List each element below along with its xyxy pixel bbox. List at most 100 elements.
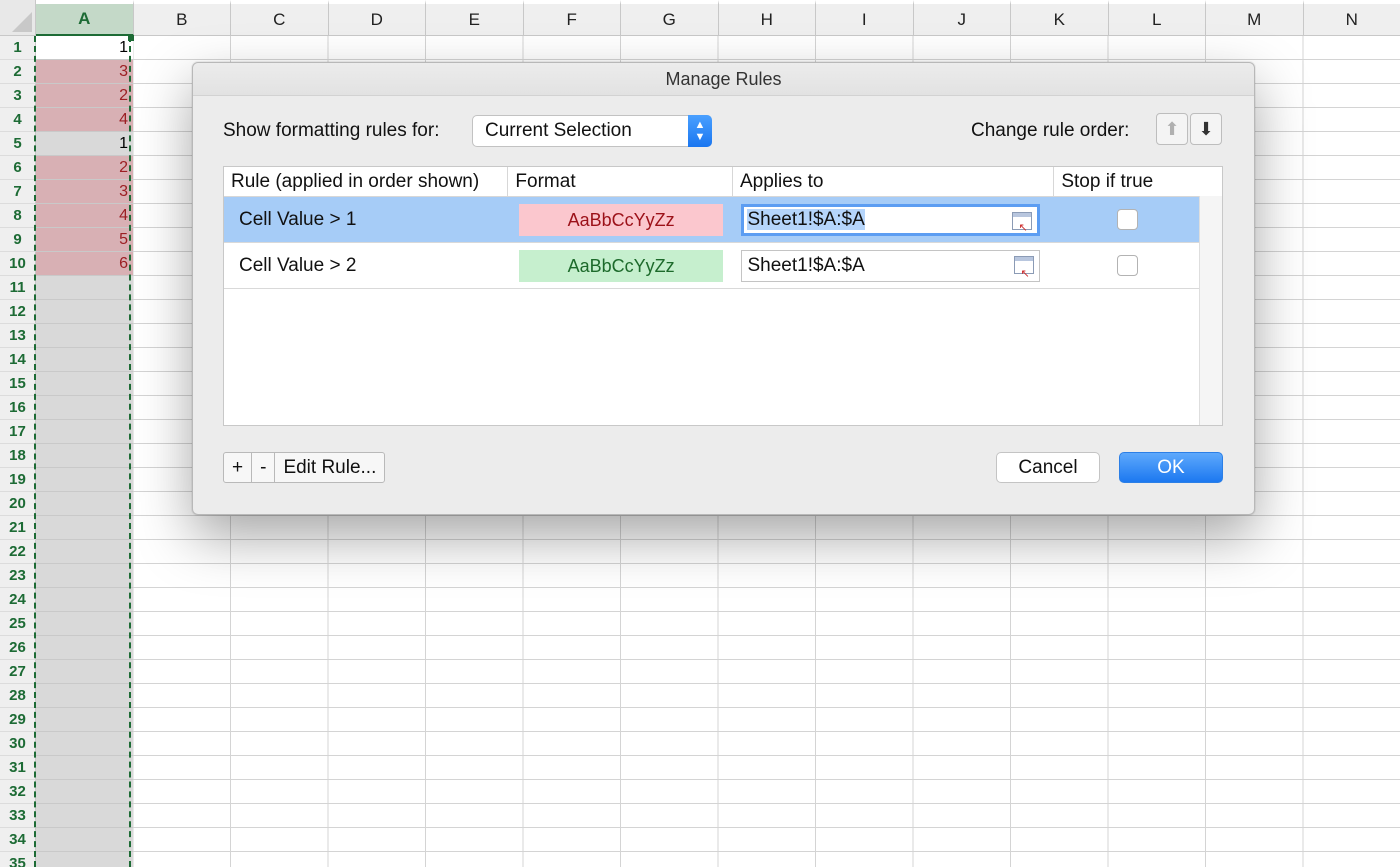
cell-a[interactable]: 1 [36, 36, 133, 60]
row-header[interactable]: 7 [0, 180, 36, 204]
row-header[interactable]: 30 [0, 732, 36, 756]
column-a-cells[interactable]: 1324123456 [36, 36, 133, 867]
column-header[interactable]: L [1108, 0, 1206, 36]
cell-a[interactable] [36, 756, 133, 780]
row-header[interactable]: 27 [0, 660, 36, 684]
cell-a[interactable] [36, 588, 133, 612]
cell-a[interactable]: 4 [36, 204, 133, 228]
edit-rule-button[interactable]: Edit Rule... [275, 453, 384, 482]
rule-row[interactable]: Cell Value > 2 AaBbCcYyZz Sheet1!$A:$A [224, 243, 1200, 289]
row-header[interactable]: 33 [0, 804, 36, 828]
cell-a[interactable]: 1 [36, 132, 133, 156]
cell-a[interactable]: 2 [36, 156, 133, 180]
row-header[interactable]: 18 [0, 444, 36, 468]
cell-a[interactable]: 3 [36, 180, 133, 204]
row-header[interactable]: 23 [0, 564, 36, 588]
move-down-button[interactable]: ⬇ [1190, 113, 1222, 145]
cell-a[interactable]: 5 [36, 228, 133, 252]
cell-a[interactable] [36, 468, 133, 492]
cell-a[interactable] [36, 540, 133, 564]
cell-a[interactable] [36, 324, 133, 348]
cell-a[interactable] [36, 564, 133, 588]
cell-a[interactable] [36, 612, 133, 636]
row-header[interactable]: 29 [0, 708, 36, 732]
move-up-button[interactable]: ⬆ [1156, 113, 1188, 145]
cell-a[interactable] [36, 852, 133, 867]
cell-a[interactable]: 6 [36, 252, 133, 276]
row-header[interactable]: 4 [0, 108, 36, 132]
row-header[interactable]: 22 [0, 540, 36, 564]
applies-to-input[interactable]: Sheet1!$A:$A [741, 249, 1041, 289]
column-header[interactable]: H [718, 0, 816, 36]
row-header[interactable]: 19 [0, 468, 36, 492]
add-rule-button[interactable]: + [224, 453, 253, 482]
cell-a[interactable]: 4 [36, 108, 133, 132]
row-header[interactable]: 10 [0, 252, 36, 276]
column-header[interactable]: A [36, 0, 134, 36]
row-header[interactable]: 26 [0, 636, 36, 660]
column-header[interactable]: M [1206, 0, 1304, 36]
cell-a[interactable] [36, 444, 133, 468]
cell-a[interactable] [36, 804, 133, 828]
row-header[interactable]: 17 [0, 420, 36, 444]
cell-a[interactable] [36, 708, 133, 732]
row-header[interactable]: 6 [0, 156, 36, 180]
cell-a[interactable] [36, 636, 133, 660]
row-header[interactable]: 15 [0, 372, 36, 396]
remove-rule-button[interactable]: - [252, 453, 276, 482]
row-header[interactable]: 9 [0, 228, 36, 252]
row-header[interactable]: 20 [0, 492, 36, 516]
column-header[interactable]: J [913, 0, 1011, 36]
cell-a[interactable] [36, 732, 133, 756]
stop-if-true-checkbox[interactable] [1117, 255, 1139, 276]
cell-a[interactable]: 2 [36, 84, 133, 108]
column-header[interactable]: D [328, 0, 426, 36]
cell-a[interactable] [36, 396, 133, 420]
row-header[interactable]: 12 [0, 300, 36, 324]
row-header[interactable]: 13 [0, 324, 36, 348]
row-header[interactable]: 21 [0, 516, 36, 540]
header-applies-to[interactable]: Applies to [733, 167, 1055, 196]
cell-a[interactable] [36, 276, 133, 300]
column-header[interactable]: K [1011, 0, 1109, 36]
rule-row[interactable]: Cell Value > 1 AaBbCcYyZz Sheet1!$A:$A [224, 197, 1200, 243]
column-header[interactable]: C [231, 0, 329, 36]
column-header[interactable]: G [621, 0, 719, 36]
applies-to-input[interactable]: Sheet1!$A:$A [741, 203, 1041, 241]
row-header[interactable]: 31 [0, 756, 36, 780]
rules-scrollbar[interactable] [1199, 196, 1222, 425]
row-header[interactable]: 25 [0, 612, 36, 636]
column-header[interactable]: F [523, 0, 621, 36]
scope-select[interactable]: Current Selection ▲ ▼ [472, 115, 712, 147]
cell-a[interactable] [36, 660, 133, 684]
row-header[interactable]: 28 [0, 684, 36, 708]
range-reference-icon[interactable] [1012, 211, 1033, 241]
row-header[interactable]: 16 [0, 396, 36, 420]
cell-a[interactable] [36, 516, 133, 540]
row-header[interactable]: 35 [0, 852, 36, 867]
cell-a[interactable]: 3 [36, 60, 133, 84]
row-header[interactable]: 11 [0, 276, 36, 300]
cell-a[interactable] [36, 684, 133, 708]
cell-a[interactable] [36, 828, 133, 852]
row-header[interactable]: 34 [0, 828, 36, 852]
ok-button[interactable]: OK [1119, 452, 1223, 483]
cell-a[interactable] [36, 780, 133, 804]
column-header[interactable]: N [1303, 0, 1400, 36]
stop-if-true-checkbox[interactable] [1117, 209, 1139, 230]
fill-handle[interactable] [128, 35, 134, 41]
cell-a[interactable] [36, 420, 133, 444]
cancel-button[interactable]: Cancel [996, 452, 1100, 483]
header-rule[interactable]: Rule (applied in order shown) [224, 167, 509, 196]
cell-a[interactable] [36, 348, 133, 372]
row-header[interactable]: 8 [0, 204, 36, 228]
column-header[interactable]: E [426, 0, 524, 36]
column-header[interactable]: I [816, 0, 914, 36]
row-header[interactable]: 14 [0, 348, 36, 372]
row-header[interactable]: 3 [0, 84, 36, 108]
row-header[interactable]: 2 [0, 60, 36, 84]
row-header[interactable]: 1 [0, 36, 36, 60]
row-header[interactable]: 5 [0, 132, 36, 156]
cell-a[interactable] [36, 300, 133, 324]
cell-a[interactable] [36, 492, 133, 516]
